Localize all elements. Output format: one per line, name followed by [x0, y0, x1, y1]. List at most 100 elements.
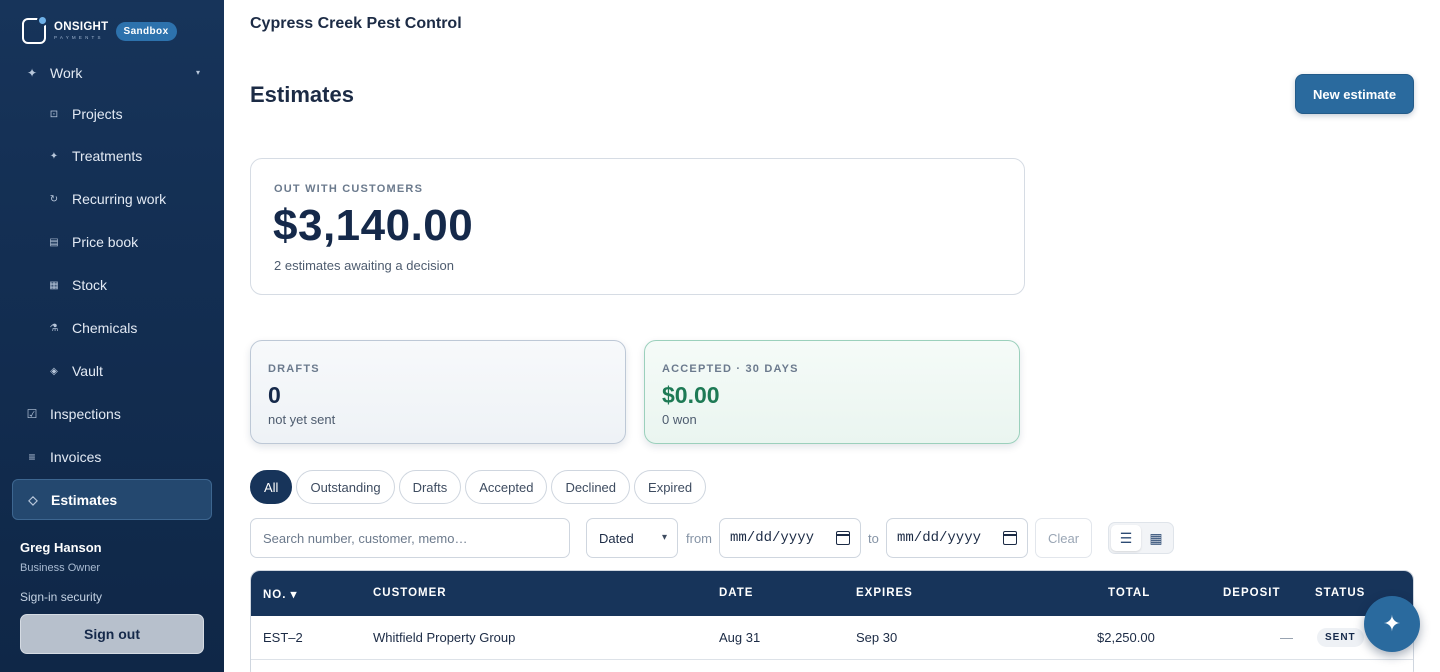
to-date-input[interactable]: mm/dd/yyyy — [886, 518, 1028, 558]
sign-in-security-link[interactable]: Sign-in security — [20, 590, 102, 604]
clear-button[interactable]: Clear — [1035, 518, 1092, 558]
cell-deposit: — — [1280, 630, 1293, 645]
brand-sub: PAYMENTS — [54, 34, 104, 40]
estimates-table: NO. ▾ CUSTOMER DATE EXPIRES TOTAL DEPOSI… — [250, 570, 1414, 672]
drafts-card[interactable]: DRAFTS 0 not yet sent — [250, 340, 626, 444]
view-toggle: ☰ ▦ — [1108, 522, 1174, 554]
assistant-sparkle-button[interactable]: ✦ — [1364, 596, 1420, 652]
table-row[interactable] — [251, 660, 1413, 672]
chevron-down-icon: ▾ — [661, 532, 667, 543]
user-role: Business Owner — [20, 562, 101, 574]
from-label: from — [686, 531, 712, 546]
tab-drafts[interactable]: Drafts — [398, 470, 462, 504]
tab-expired[interactable]: Expired — [634, 470, 707, 504]
date-placeholder: mm/dd/yyyy — [730, 530, 815, 546]
card-value: 0 — [268, 382, 281, 408]
cell-expires: Sep 30 — [856, 630, 898, 645]
card-value: $0.00 — [662, 382, 720, 408]
chevron-down-icon: ▾ — [195, 68, 200, 77]
card-label: DRAFTS — [268, 363, 320, 375]
card-subtext: 0 won — [662, 412, 697, 427]
sidebar-item-recurring-work[interactable]: ↻ Recurring work — [12, 179, 212, 219]
cell-total: $2,250.00 — [1097, 630, 1155, 645]
price-book-icon: ▤ — [49, 236, 59, 248]
cell-date: Aug 31 — [719, 630, 761, 645]
grid-view-icon[interactable]: ▦ — [1141, 525, 1171, 551]
sidebar-item-price-book[interactable]: ▤ Price book — [12, 222, 212, 262]
onsight-logo-icon — [22, 15, 48, 44]
sidebar-item-label: Recurring work — [72, 191, 167, 207]
list-view-icon[interactable]: ☰ — [1111, 525, 1141, 551]
sidebar-item-inspections[interactable]: ☑ Inspections — [12, 394, 212, 434]
page-title: Estimates — [250, 82, 354, 107]
column-header-total[interactable]: TOTAL — [1108, 587, 1150, 599]
diamond-icon: ◇ — [28, 492, 38, 507]
vault-icon: ◈ — [50, 365, 58, 377]
sidebar-item-stock[interactable]: ▦ Stock — [12, 265, 212, 305]
date-type-select[interactable]: Dated ▾ — [586, 518, 678, 558]
card-label: OUT WITH CUSTOMERS — [274, 183, 424, 195]
projects-icon: ⊡ — [49, 108, 59, 120]
sidebar-item-label: Estimates — [51, 491, 118, 508]
company-name: Cypress Creek Pest Control — [250, 15, 462, 32]
sidebar-item-invoices[interactable]: ≡ Invoices — [12, 437, 212, 477]
table-header: NO. ▾ CUSTOMER DATE EXPIRES TOTAL DEPOSI… — [251, 571, 1413, 616]
sidebar-item-estimates[interactable]: ◇ Estimates — [12, 479, 212, 520]
calendar-icon[interactable] — [1003, 531, 1017, 545]
sidebar-item-label: Work — [50, 65, 83, 81]
sparkle-icon: ✦ — [26, 66, 38, 80]
status-badge: SENT — [1317, 628, 1364, 647]
tab-all[interactable]: All — [250, 470, 293, 504]
sidebar-item-treatments[interactable]: ✦ Treatments — [12, 136, 212, 176]
sidebar-item-label: Chemicals — [72, 320, 138, 336]
list-icon: ≡ — [28, 450, 36, 464]
calendar-icon[interactable] — [836, 531, 850, 545]
recurring-icon: ↻ — [49, 193, 59, 205]
sidebar-item-work[interactable]: ✦ Work ▾ — [12, 53, 212, 93]
flask-icon: ⚗ — [49, 322, 59, 334]
sparkle-icon: ✦ — [49, 150, 59, 162]
tab-accepted[interactable]: Accepted — [465, 470, 548, 504]
search-input[interactable] — [250, 518, 570, 558]
sandbox-badge: Sandbox — [115, 21, 177, 41]
date-type-value: Dated — [599, 530, 634, 546]
tab-declined[interactable]: Declined — [551, 470, 631, 504]
sidebar-item-projects[interactable]: ⊡ Projects — [12, 94, 212, 134]
column-header-date[interactable]: DATE — [719, 587, 753, 599]
column-header-no[interactable]: NO. ▾ — [263, 587, 297, 601]
sidebar-item-label: Vault — [72, 363, 103, 379]
column-header-customer[interactable]: CUSTOMER — [373, 587, 447, 599]
sparkle-icon: ✦ — [1382, 611, 1402, 636]
sidebar-item-label: Inspections — [50, 406, 121, 422]
card-subtext: 2 estimates awaiting a decision — [274, 258, 454, 273]
sign-out-button[interactable]: Sign out — [20, 614, 204, 654]
sidebar: ONSIGHT PAYMENTS Sandbox ✦ Work ▾ ⊡ Proj… — [0, 0, 224, 672]
cell-customer: Whitfield Property Group — [373, 630, 516, 645]
table-row[interactable]: EST–2 Whitfield Property Group Aug 31 Se… — [251, 616, 1413, 660]
user-name: Greg Hanson — [20, 540, 102, 555]
sidebar-item-vault[interactable]: ◈ Vault — [12, 351, 212, 391]
column-header-deposit[interactable]: DEPOSIT — [1223, 587, 1280, 599]
sidebar-item-label: Treatments — [72, 148, 143, 164]
filter-tabs: All Outstanding Drafts Accepted Declined… — [250, 470, 710, 504]
date-placeholder: mm/dd/yyyy — [897, 530, 982, 546]
brand-name: ONSIGHT — [54, 21, 109, 33]
sidebar-item-label: Price book — [72, 234, 139, 250]
sidebar-item-label: Invoices — [50, 449, 102, 465]
accepted-card[interactable]: ACCEPTED · 30 DAYS $0.00 0 won — [644, 340, 1020, 444]
card-subtext: not yet sent — [268, 412, 336, 427]
new-estimate-button[interactable]: New estimate — [1295, 74, 1414, 114]
checkbox-icon: ☑ — [26, 407, 38, 421]
cell-no: EST–2 — [263, 630, 303, 645]
sidebar-item-label: Projects — [72, 106, 123, 122]
out-with-customers-card: OUT WITH CUSTOMERS $3,140.00 2 estimates… — [250, 158, 1025, 295]
sidebar-item-chemicals[interactable]: ⚗ Chemicals — [12, 308, 212, 348]
tab-outstanding[interactable]: Outstanding — [296, 470, 395, 504]
to-label: to — [868, 531, 879, 546]
from-date-input[interactable]: mm/dd/yyyy — [719, 518, 861, 558]
column-header-expires[interactable]: EXPIRES — [856, 587, 913, 599]
brand[interactable]: ONSIGHT PAYMENTS Sandbox — [22, 15, 177, 44]
column-header-status[interactable]: STATUS — [1315, 587, 1365, 599]
card-amount: $3,140.00 — [273, 201, 474, 250]
stock-icon: ▦ — [49, 279, 59, 291]
